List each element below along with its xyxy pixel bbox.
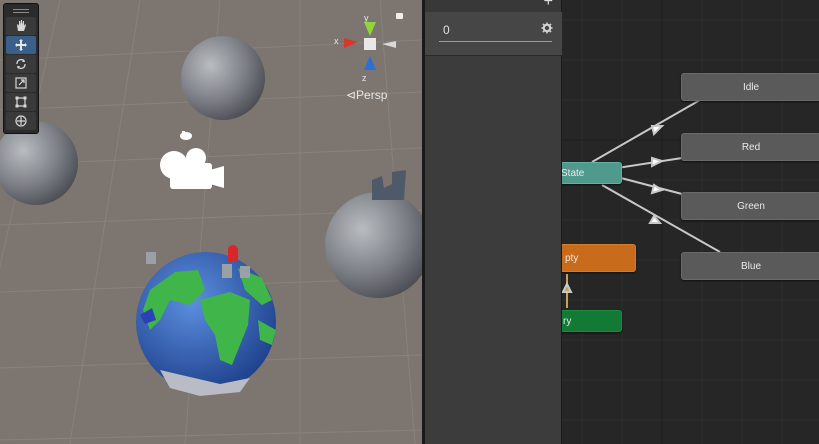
camera-icon <box>160 131 224 189</box>
transition-arrow <box>616 157 683 169</box>
add-parameter-button[interactable]: + <box>544 0 553 10</box>
default-state-node[interactable]: State <box>562 162 622 184</box>
orientation-gizmo[interactable]: y x z <box>330 12 410 88</box>
scale-tool-button[interactable] <box>6 74 36 92</box>
default-state-label: State <box>562 167 585 179</box>
transform-tool-button[interactable] <box>6 112 36 130</box>
entry-label: ry <box>563 315 572 327</box>
unity-editor: y x z ⊲Persp + 0 Idle Red Green Blue Sta… <box>0 0 819 444</box>
parameters-toolbar: + <box>425 0 561 12</box>
rotate-icon <box>16 59 26 69</box>
parameter-row[interactable]: 0 <box>425 12 562 56</box>
rect-tool-button[interactable] <box>6 93 36 111</box>
graph-grid <box>562 0 819 444</box>
hand-tool-button[interactable] <box>6 17 36 35</box>
gizmo-x-cone[interactable] <box>344 38 358 48</box>
gizmo-center[interactable] <box>364 38 376 50</box>
parameters-panel: + 0 <box>425 0 562 444</box>
parameter-field-underline <box>439 41 552 42</box>
perspective-toggle[interactable]: ⊲Persp <box>346 88 387 102</box>
transition-arrowhead <box>650 183 665 195</box>
rotate-tool-button[interactable] <box>6 55 36 73</box>
hand-icon <box>17 20 26 31</box>
gizmo-y-cone[interactable] <box>364 22 376 36</box>
state-node-idle[interactable]: Idle <box>681 73 819 101</box>
gizmo-z-label: z <box>362 73 367 83</box>
transition-arrowhead <box>651 156 665 168</box>
gizmo-x-label: x <box>334 36 339 46</box>
gizmo-z-cone[interactable] <box>364 56 376 70</box>
rect-icon <box>15 96 27 108</box>
transition-arrowhead <box>650 125 665 136</box>
any-state-label: pty <box>565 252 579 264</box>
state-node-blue[interactable]: Blue <box>681 252 819 280</box>
lock-icon[interactable] <box>396 13 403 19</box>
state-node-green[interactable]: Green <box>681 192 819 220</box>
move-icon <box>15 39 27 51</box>
tool-palette-grip[interactable] <box>6 6 36 16</box>
transform-icon <box>15 115 27 127</box>
sphere-object <box>181 36 265 120</box>
gizmo-neg-x-cone[interactable] <box>382 41 396 48</box>
scene-object <box>372 170 406 200</box>
entry-node[interactable]: ry <box>562 310 622 332</box>
state-node-red[interactable]: Red <box>681 133 819 161</box>
globe-object <box>136 245 276 396</box>
sphere-object <box>325 192 422 298</box>
gizmo-y-label: y <box>364 13 369 23</box>
tool-palette <box>3 3 39 134</box>
scene-view[interactable]: y x z ⊲Persp <box>0 0 422 444</box>
gear-icon[interactable] <box>541 22 553 34</box>
parameter-value[interactable]: 0 <box>443 23 450 37</box>
move-tool-button[interactable] <box>6 36 36 54</box>
transition-arrowhead <box>562 281 573 293</box>
scale-icon <box>15 77 27 89</box>
animator-graph[interactable]: Idle Red Green Blue State pty ry <box>562 0 819 444</box>
any-state-node[interactable]: pty <box>562 244 636 272</box>
